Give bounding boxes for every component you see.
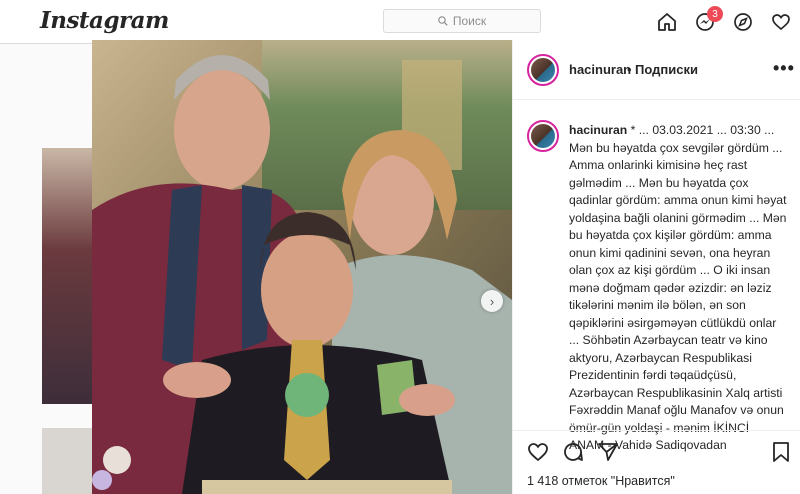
search-placeholder: Поиск: [452, 14, 487, 28]
post-photo[interactable]: ›: [92, 40, 512, 494]
explore-compass-icon[interactable]: [724, 0, 762, 44]
like-heart-icon[interactable]: [527, 441, 549, 463]
nav-icons: 3: [648, 0, 800, 44]
post-username[interactable]: hacinuran: [569, 62, 631, 77]
chevron-right-icon: ›: [489, 293, 495, 309]
post-modal: › hacinuran • Подписки ••• hacinuran * .…: [92, 40, 800, 494]
more-options-icon[interactable]: •••: [773, 58, 795, 79]
photo-illustration: [92, 40, 512, 494]
caption-avatar[interactable]: [527, 120, 559, 152]
instagram-logo[interactable]: Instagram: [40, 7, 169, 34]
notification-badge: 3: [707, 6, 723, 22]
home-icon[interactable]: [648, 0, 686, 44]
feed-thumbnail: [42, 148, 92, 404]
caption-body: * ... 03.03.2021 ... 03:30 ... Mən bu hə…: [569, 123, 787, 452]
post-caption: hacinuran * ... 03.03.2021 ... 03:30 ...…: [569, 122, 787, 455]
feed-thumbnail: [42, 428, 92, 494]
next-photo-button[interactable]: ›: [481, 290, 503, 312]
post-actions: 1 418 отметок "Нравится": [513, 430, 800, 494]
comment-icon[interactable]: [562, 441, 584, 463]
post-sidebar: hacinuran • Подписки ••• hacinuran * ...…: [512, 40, 800, 494]
separator-dot: •: [627, 62, 632, 77]
activity-heart-icon[interactable]: [762, 0, 800, 44]
direct-messages-icon[interactable]: 3: [686, 0, 724, 44]
save-bookmark-icon[interactable]: [771, 441, 791, 463]
post-header: hacinuran • Подписки •••: [513, 40, 800, 100]
avatar[interactable]: [527, 54, 559, 86]
following-button[interactable]: Подписки: [635, 62, 698, 77]
likes-count[interactable]: 1 418 отметок "Нравится": [527, 474, 675, 488]
caption-username[interactable]: hacinuran: [569, 123, 627, 137]
share-send-icon[interactable]: [597, 441, 619, 463]
search-input[interactable]: Поиск: [383, 9, 541, 33]
top-nav-bar: Instagram Поиск 3: [0, 0, 800, 44]
search-icon: [438, 16, 448, 26]
